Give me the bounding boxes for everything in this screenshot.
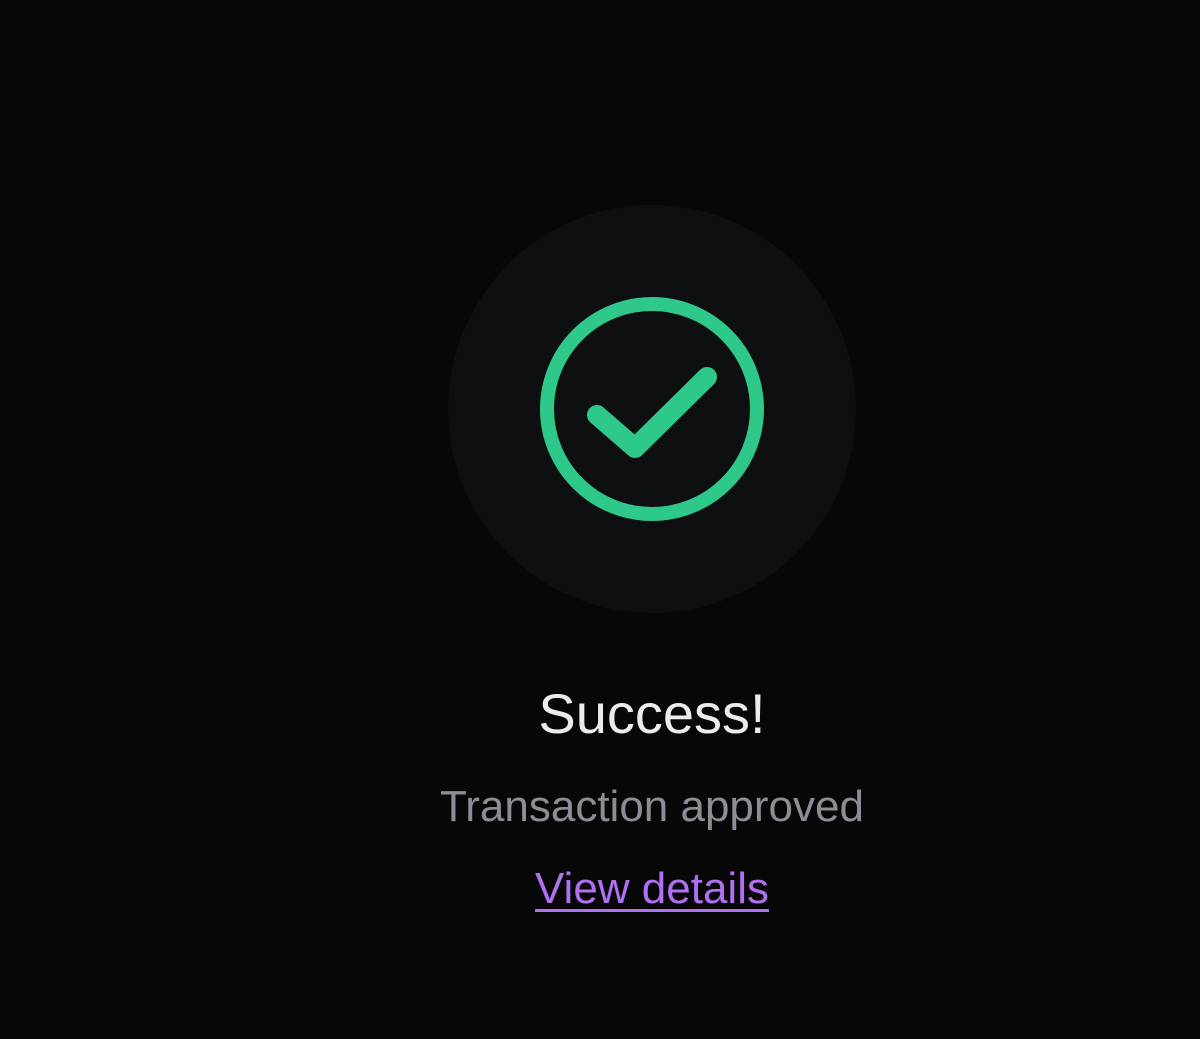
view-details-link[interactable]: View details — [535, 864, 769, 913]
success-title: Success! — [538, 682, 766, 745]
transaction-status-text: Transaction approved — [440, 782, 864, 831]
check-circle-icon — [540, 297, 764, 521]
view-details-container: View details — [0, 862, 1200, 916]
success-screen: Success! Transaction approved View detai… — [0, 0, 1200, 1039]
success-icon-backdrop — [448, 205, 856, 613]
